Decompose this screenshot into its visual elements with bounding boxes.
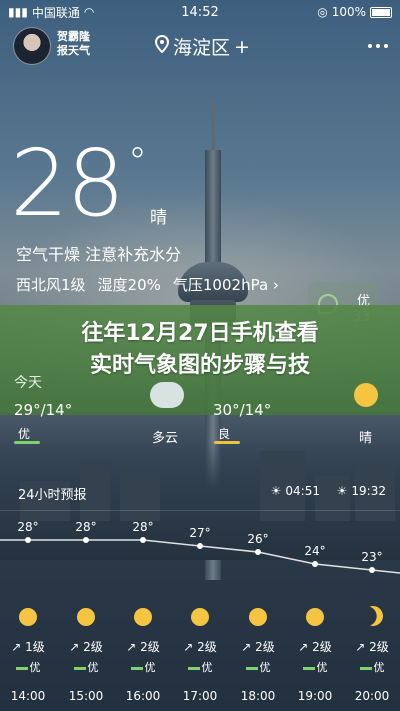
hour-temp-point <box>140 537 146 543</box>
sunset-time: ☀ 19:32 <box>336 484 386 498</box>
more-menu-icon[interactable] <box>368 40 388 52</box>
today-aqi-bar <box>14 441 40 444</box>
moon-icon <box>360 603 386 629</box>
hour-wind: ↗ 1级 <box>11 640 45 654</box>
sun-icon <box>191 608 209 626</box>
hour-temp: 26° <box>247 532 269 546</box>
tomorrow-aqi: 良 <box>218 427 231 441</box>
hour-temp: 28° <box>75 520 97 534</box>
hour-wind: ↗ 2级 <box>298 640 332 654</box>
sunrise-icon: ☀ <box>270 484 282 498</box>
hour-aqi: 优 <box>121 659 165 675</box>
tomorrow-aqi-bar <box>214 441 240 444</box>
hour-time: 17:00 <box>182 689 218 703</box>
hour-temp-point <box>83 537 89 543</box>
add-city-button[interactable]: + <box>234 36 250 58</box>
tomorrow-condition: 晴 <box>359 431 373 446</box>
current-condition: 晴 <box>150 208 167 228</box>
status-bar: ▮▮▮ 中国联通 ◠ 14:52 ◎ 100% <box>0 0 400 24</box>
divider <box>0 510 400 511</box>
sun-icon <box>77 608 95 626</box>
hour-aqi: 优 <box>236 659 280 675</box>
hour-time: 18:00 <box>240 689 276 703</box>
hour-temp-point <box>369 567 375 573</box>
battery-icon <box>370 6 392 18</box>
hour-time: 19:00 <box>297 689 333 703</box>
hourly-section-title: 24小时预报 <box>18 488 87 503</box>
hour-temp-point <box>312 561 318 567</box>
hour-temp: 27° <box>189 526 211 540</box>
hour-temp: 28° <box>17 520 39 534</box>
sun-icon <box>354 383 378 407</box>
location-name: 海淀区 <box>173 37 231 59</box>
hour-temp-point <box>25 537 31 543</box>
sun-icon <box>306 608 324 626</box>
sunset-icon: ☀ <box>336 484 348 498</box>
sun-icon <box>134 608 152 626</box>
today-condition: 多云 <box>152 431 179 446</box>
hour-temp: 28° <box>132 520 154 534</box>
hour-temp-point <box>255 549 261 555</box>
hour-time: 14:00 <box>10 689 46 703</box>
location-pin-icon <box>154 34 170 58</box>
humidity-label: 湿度20% <box>97 276 161 294</box>
pressure-label: 气压1002hPa › <box>172 276 279 294</box>
hour-aqi: 优 <box>293 659 337 675</box>
avatar[interactable] <box>13 27 51 65</box>
hour-wind: ↗ 2级 <box>126 640 160 654</box>
banner-title: 往年12月27日手机查看 实时气象图的步骤与技 <box>81 321 319 378</box>
weather-tip: 空气干燥 注意补充水分 <box>16 245 182 264</box>
degree-symbol: ° <box>128 140 147 184</box>
hour-wind: ↗ 2级 <box>355 640 389 654</box>
sun-icon <box>19 608 37 626</box>
hour-temp: 24° <box>304 544 326 558</box>
location-selector[interactable]: 海淀区 + <box>154 33 250 60</box>
current-temperature: 28 <box>10 130 125 237</box>
status-time: 14:52 <box>181 4 219 20</box>
tomorrow-temp-range: 30°/14° <box>213 401 272 419</box>
hour-time: 15:00 <box>68 689 104 703</box>
hour-wind: ↗ 2级 <box>69 640 103 654</box>
hour-aqi: 优 <box>350 659 394 675</box>
sunrise-time: ☀ 04:51 <box>270 484 320 498</box>
wind-label: 西北风1级 <box>16 276 86 294</box>
hour-wind: ↗ 2级 <box>241 640 275 654</box>
hour-aqi: 优 <box>178 659 222 675</box>
hour-temp: 23° <box>361 550 383 564</box>
today-aqi: 优 <box>18 427 31 441</box>
hour-aqi: 优 <box>6 659 50 675</box>
hour-time: 16:00 <box>125 689 161 703</box>
weather-details[interactable]: 西北风1级 湿度20% 气压1002hPa › <box>16 274 279 295</box>
hour-temp-point <box>197 543 203 549</box>
hour-time: 20:00 <box>354 689 390 703</box>
brand-label[interactable]: 贺霸隆 报天气 <box>57 30 90 58</box>
today-label: 今天 <box>14 375 42 391</box>
today-temp-range: 29°/14° <box>14 401 73 419</box>
hour-wind: ↗ 2级 <box>183 640 217 654</box>
cloud-icon <box>150 382 184 408</box>
sun-icon <box>249 608 267 626</box>
hour-aqi: 优 <box>64 659 108 675</box>
